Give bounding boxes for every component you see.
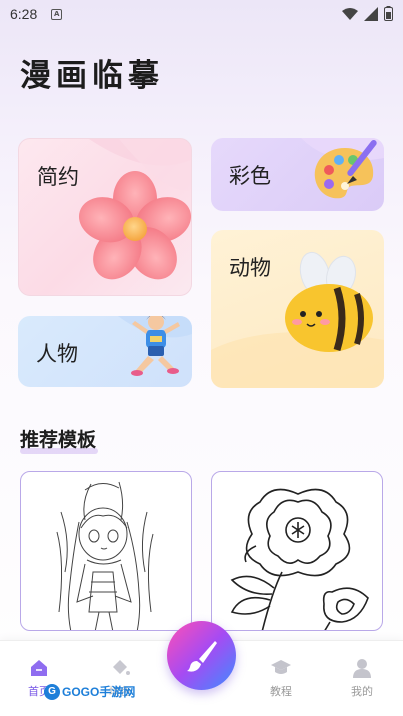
category-card-color[interactable]: 彩色	[211, 138, 384, 211]
category-label-simple: 简约	[37, 165, 79, 189]
nav-label-tutorial: 教程	[270, 685, 292, 698]
wifi-icon	[342, 7, 358, 20]
notification-icon: A	[51, 8, 63, 20]
status-time: 6:28	[10, 6, 38, 22]
draw-fab-button[interactable]	[167, 621, 236, 690]
watermark-text: GOGO手游网	[62, 685, 136, 699]
graduation-cap-icon	[271, 660, 291, 674]
category-card-people[interactable]: 人物	[18, 316, 192, 387]
section-title-recommended: 推荐模板	[20, 425, 99, 454]
bee-icon	[285, 251, 373, 352]
flower-icon	[78, 171, 191, 280]
category-card-simple[interactable]: 简约	[18, 138, 192, 296]
status-bar: 6:28 A	[0, 0, 403, 28]
nav-label-mine: 我的	[351, 685, 373, 698]
template-card-anime-girl[interactable]	[20, 471, 192, 631]
paint-bucket-icon	[113, 660, 130, 675]
category-label-people: 人物	[36, 342, 78, 366]
anime-girl-lineart	[56, 481, 154, 630]
nav-item-mine[interactable]: 我的	[332, 657, 392, 699]
user-icon	[353, 659, 371, 678]
jumping-girl-icon	[131, 316, 180, 376]
watermark-logo-icon: G	[44, 683, 60, 700]
watermark: G GOGO手游网	[44, 683, 135, 700]
category-card-animal[interactable]: 动物	[211, 230, 384, 388]
status-icons	[342, 6, 393, 21]
signal-icon	[364, 6, 378, 21]
brush-icon	[186, 640, 217, 672]
template-card-flower[interactable]	[211, 471, 383, 631]
palette-icon	[314, 140, 377, 199]
flower-lineart	[230, 488, 369, 630]
battery-icon	[384, 6, 393, 21]
home-icon	[31, 660, 47, 676]
nav-item-tutorial[interactable]: 教程	[251, 657, 311, 699]
category-label-animal: 动物	[229, 256, 271, 280]
category-label-color: 彩色	[229, 164, 271, 188]
app-title: 漫画临摹	[20, 58, 164, 94]
